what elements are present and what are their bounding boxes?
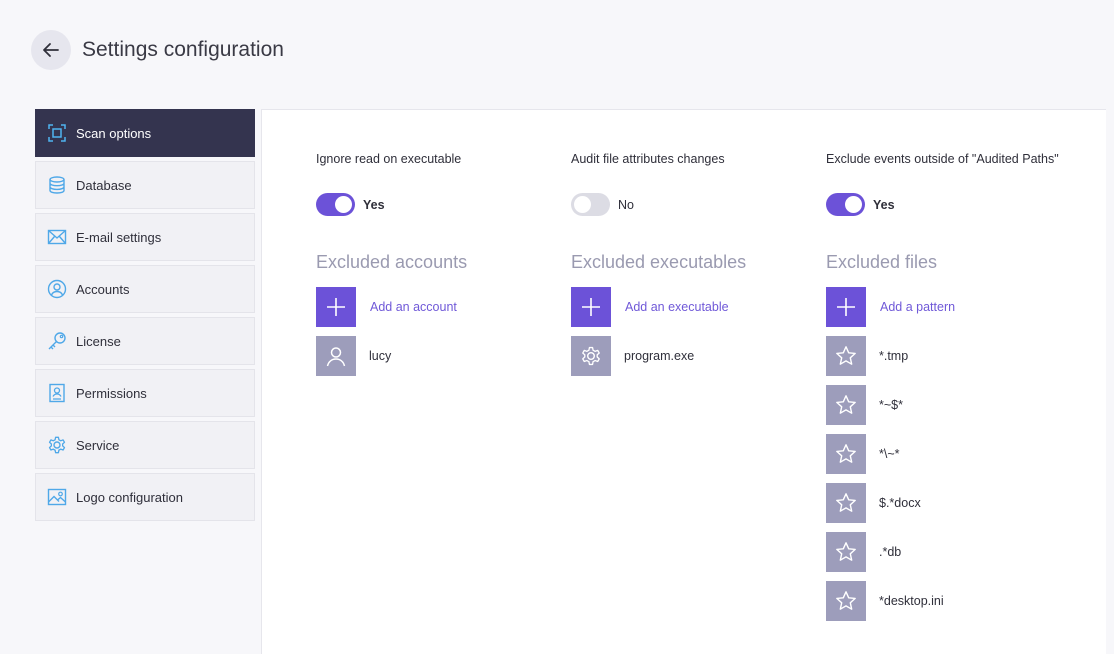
sidebar-item-logo-configuration[interactable]: Logo configuration [35, 473, 255, 521]
list-item: lucy [316, 336, 457, 376]
toggle-row-ignore-read: Yes [316, 193, 385, 216]
toggle-row-audit-attributes: No [571, 193, 634, 216]
toggle-value: Yes [873, 197, 895, 212]
ignore-read-toggle[interactable] [316, 193, 355, 216]
star-icon [836, 542, 856, 561]
sidebar-item-database[interactable]: Database [35, 161, 255, 209]
sidebar: Scan options Database E-mail settings Ac… [35, 109, 255, 525]
exclude-events-toggle[interactable] [826, 193, 865, 216]
list-item: *~$* [826, 385, 955, 425]
add-account-link[interactable]: Add an account [370, 300, 457, 314]
sidebar-item-label: Permissions [76, 385, 147, 401]
toggle-value: Yes [363, 197, 385, 212]
pattern-text: *~$* [879, 398, 903, 412]
database-icon [47, 175, 67, 195]
excluded-executables-list: Add an executable program.exe [571, 287, 729, 385]
add-pattern-row: Add a pattern [826, 287, 955, 327]
sidebar-item-label: Service [76, 437, 120, 453]
list-item: $.*docx [826, 483, 955, 523]
excluded-accounts-list: Add an account lucy [316, 287, 457, 385]
add-account-row: Add an account [316, 287, 457, 327]
user-icon [326, 347, 346, 367]
sidebar-item-accounts[interactable]: Accounts [35, 265, 255, 313]
sidebar-item-label: License [76, 333, 121, 349]
pattern-tile[interactable] [826, 532, 866, 572]
star-icon [836, 591, 856, 610]
image-icon [47, 487, 67, 507]
arrow-left-icon [43, 43, 59, 57]
option-label-exclude-events: Exclude events outside of "Audited Paths… [826, 152, 1059, 166]
list-item: .*db [826, 532, 955, 572]
account-name: lucy [369, 349, 392, 363]
sidebar-item-label: Logo configuration [76, 489, 183, 505]
user-circle-icon [47, 279, 67, 299]
toggle-knob [335, 196, 352, 213]
list-item: *\~* [826, 434, 955, 474]
option-label-ignore-read: Ignore read on executable [316, 152, 462, 166]
mail-icon [47, 227, 67, 247]
sidebar-item-label: E-mail settings [76, 229, 162, 245]
key-icon [47, 331, 67, 351]
star-icon [836, 395, 856, 414]
add-executable-row: Add an executable [571, 287, 729, 327]
option-label-audit-attributes: Audit file attributes changes [571, 152, 725, 166]
sidebar-item-label: Scan options [76, 125, 152, 141]
sidebar-item-service[interactable]: Service [35, 421, 255, 469]
page-header: Settings configuration [31, 30, 284, 70]
toggle-value: No [618, 197, 634, 212]
add-pattern-button[interactable] [826, 287, 866, 327]
pattern-tile[interactable] [826, 434, 866, 474]
add-pattern-link[interactable]: Add a pattern [880, 300, 955, 314]
executable-name: program.exe [624, 349, 695, 363]
scan-icon [47, 123, 67, 143]
sidebar-item-scan-options[interactable]: Scan options [35, 109, 255, 157]
sidebar-item-permissions[interactable]: Permissions [35, 369, 255, 417]
plus-icon [837, 298, 855, 316]
pattern-tile[interactable] [826, 336, 866, 376]
list-item: program.exe [571, 336, 729, 376]
star-icon [836, 444, 856, 463]
pattern-tile[interactable] [826, 581, 866, 621]
toggle-knob [574, 196, 591, 213]
pattern-tile[interactable] [826, 483, 866, 523]
section-title-excluded-files: Excluded files [826, 252, 938, 272]
add-executable-button[interactable] [571, 287, 611, 327]
add-executable-link[interactable]: Add an executable [625, 300, 729, 314]
scan-options-panel: Ignore read on executable Yes Excluded a… [261, 109, 1106, 654]
executable-tile[interactable] [571, 336, 611, 376]
add-account-button[interactable] [316, 287, 356, 327]
account-tile[interactable] [316, 336, 356, 376]
pattern-text: *desktop.ini [879, 594, 944, 608]
plus-icon [327, 298, 345, 316]
section-title-excluded-accounts: Excluded accounts [316, 252, 468, 272]
gear-icon [47, 435, 67, 455]
sidebar-item-label: Accounts [76, 281, 130, 297]
list-item: *desktop.ini [826, 581, 955, 621]
back-button[interactable] [31, 30, 71, 70]
plus-icon [582, 298, 600, 316]
section-title-excluded-executables: Excluded executables [571, 252, 747, 272]
star-icon [836, 346, 856, 365]
toggle-row-exclude-events: Yes [826, 193, 895, 216]
sidebar-item-label: Database [76, 177, 132, 193]
page-title: Settings configuration [82, 38, 284, 61]
excluded-files-list: Add a pattern *.tmp *~$* *\~* $.*docx .*… [826, 287, 955, 630]
pattern-text: *\~* [879, 447, 900, 461]
pattern-text: .*db [879, 545, 902, 559]
badge-icon [47, 383, 67, 403]
list-item: *.tmp [826, 336, 955, 376]
toggle-knob [845, 196, 862, 213]
pattern-text: *.tmp [879, 349, 909, 363]
audit-attributes-toggle[interactable] [571, 193, 610, 216]
sidebar-item-license[interactable]: License [35, 317, 255, 365]
sidebar-item-email-settings[interactable]: E-mail settings [35, 213, 255, 261]
pattern-tile[interactable] [826, 385, 866, 425]
star-icon [836, 493, 856, 512]
pattern-text: $.*docx [879, 496, 921, 510]
gear-icon [582, 346, 600, 366]
